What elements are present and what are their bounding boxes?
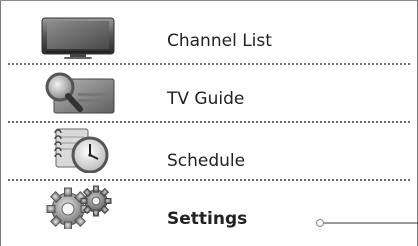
settings-gears-icon [40, 183, 116, 231]
menu-item-tv-guide[interactable]: TV Guide [0, 65, 418, 123]
schedule-clock-icon [40, 127, 116, 174]
menu-item-label: Schedule [167, 151, 246, 171]
menu-item-label: Settings [167, 209, 248, 229]
menu-item-settings[interactable]: Settings [0, 181, 418, 246]
menu-item-channel-list[interactable]: Channel List [0, 7, 418, 65]
tv-icon [40, 15, 116, 61]
menu-item-schedule[interactable]: Schedule [0, 123, 418, 181]
tv-menu: Channel List TV Guide Schedule Settings [0, 0, 418, 246]
selection-indicator [314, 213, 418, 227]
menu-item-label: Channel List [167, 31, 272, 51]
menu-item-label: TV Guide [167, 89, 245, 109]
tv-guide-icon [40, 71, 116, 117]
